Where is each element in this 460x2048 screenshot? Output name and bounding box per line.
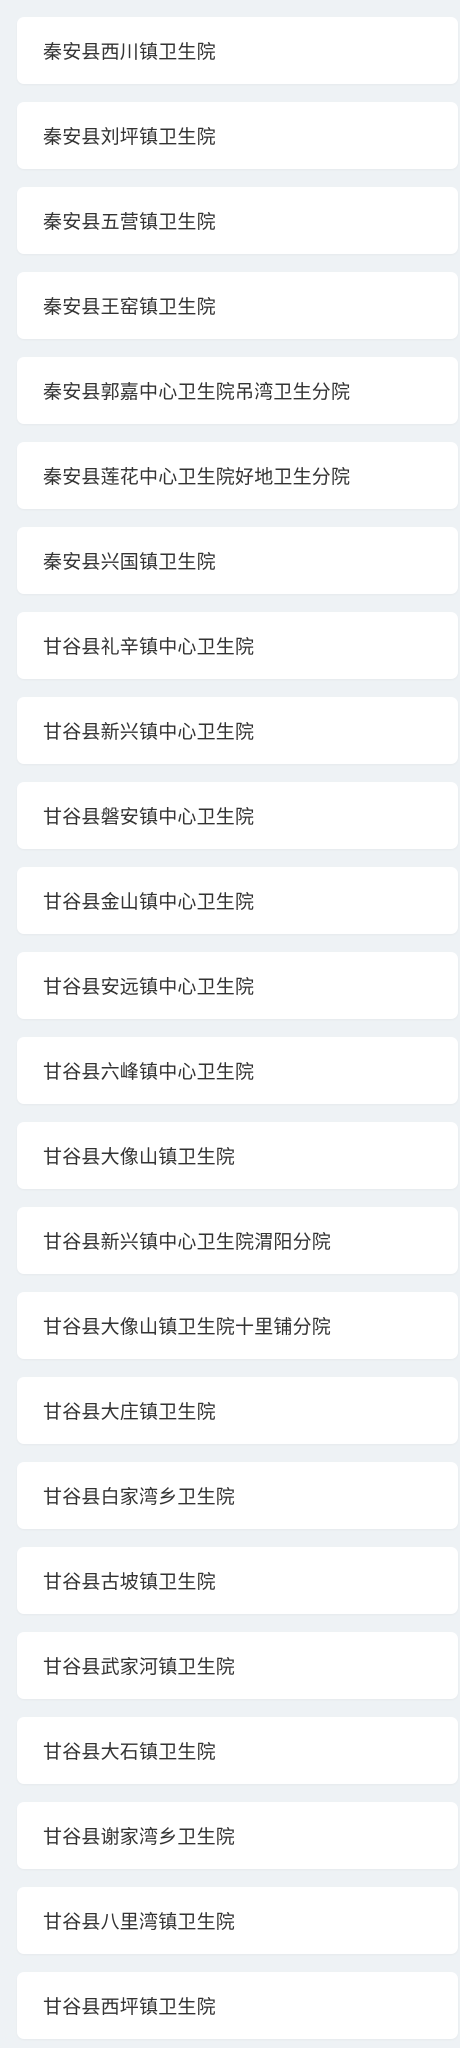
list-item-label: 甘谷县金山镇中心卫生院 [43,891,255,913]
list-item[interactable]: 秦安县兴国镇卫生院 [17,527,458,594]
list-item[interactable]: 秦安县刘坪镇卫生院 [17,102,458,169]
list-item[interactable]: 甘谷县八里湾镇卫生院 [17,1887,458,1954]
list-item[interactable]: 甘谷县礼辛镇中心卫生院 [17,612,458,679]
list-item-label: 甘谷县武家河镇卫生院 [43,1656,236,1678]
list-item-label: 甘谷县新兴镇中心卫生院渭阳分院 [43,1231,332,1253]
list-item-label: 甘谷县大石镇卫生院 [43,1741,216,1763]
list-item-label: 甘谷县磐安镇中心卫生院 [43,806,255,828]
list-item[interactable]: 甘谷县武家河镇卫生院 [17,1632,458,1699]
list-item-label: 秦安县兴国镇卫生院 [43,551,216,573]
list-item[interactable]: 秦安县王窑镇卫生院 [17,272,458,339]
list-item-label: 甘谷县大像山镇卫生院十里铺分院 [43,1316,332,1338]
list-item[interactable]: 甘谷县大石镇卫生院 [17,1717,458,1784]
list-item-label: 甘谷县礼辛镇中心卫生院 [43,636,255,658]
list-item-label: 秦安县西川镇卫生院 [43,41,216,63]
list-item-label: 甘谷县大庄镇卫生院 [43,1401,216,1423]
list-item-label: 甘谷县新兴镇中心卫生院 [43,721,255,743]
list-item-label: 甘谷县西坪镇卫生院 [43,1996,216,2018]
list-item-label: 甘谷县大像山镇卫生院 [43,1146,236,1168]
list-item[interactable]: 甘谷县大像山镇卫生院十里铺分院 [17,1292,458,1359]
list-item-label: 甘谷县谢家湾乡卫生院 [43,1826,236,1848]
list-item[interactable]: 秦安县郭嘉中心卫生院吊湾卫生分院 [17,357,458,424]
list-item[interactable]: 秦安县西川镇卫生院 [17,17,458,84]
list-item[interactable]: 甘谷县大像山镇卫生院 [17,1122,458,1189]
list-item[interactable]: 甘谷县新兴镇中心卫生院 [17,697,458,764]
list-item[interactable]: 甘谷县新兴镇中心卫生院渭阳分院 [17,1207,458,1274]
list-item[interactable]: 甘谷县古坡镇卫生院 [17,1547,458,1614]
list-item-label: 甘谷县八里湾镇卫生院 [43,1911,236,1933]
list-item-label: 甘谷县六峰镇中心卫生院 [43,1061,255,1083]
list-item[interactable]: 甘谷县白家湾乡卫生院 [17,1462,458,1529]
list-item-label: 秦安县王窑镇卫生院 [43,296,216,318]
list-item[interactable]: 甘谷县谢家湾乡卫生院 [17,1802,458,1869]
list-item-label: 甘谷县古坡镇卫生院 [43,1571,216,1593]
facility-list: 秦安县西川镇卫生院 秦安县刘坪镇卫生院 秦安县五营镇卫生院 秦安县王窑镇卫生院 … [0,0,460,2048]
list-item-label: 甘谷县白家湾乡卫生院 [43,1486,236,1508]
list-item[interactable]: 甘谷县大庄镇卫生院 [17,1377,458,1444]
list-item-label: 秦安县五营镇卫生院 [43,211,216,233]
list-item[interactable]: 甘谷县西坪镇卫生院 [17,1972,458,2039]
list-item[interactable]: 甘谷县六峰镇中心卫生院 [17,1037,458,1104]
list-item-label: 甘谷县安远镇中心卫生院 [43,976,255,998]
list-item[interactable]: 秦安县五营镇卫生院 [17,187,458,254]
list-item[interactable]: 秦安县莲花中心卫生院好地卫生分院 [17,442,458,509]
list-item[interactable]: 甘谷县磐安镇中心卫生院 [17,782,458,849]
list-item[interactable]: 甘谷县金山镇中心卫生院 [17,867,458,934]
list-item[interactable]: 甘谷县安远镇中心卫生院 [17,952,458,1019]
list-item-label: 秦安县刘坪镇卫生院 [43,126,216,148]
list-item-label: 秦安县莲花中心卫生院好地卫生分院 [43,466,351,488]
list-item-label: 秦安县郭嘉中心卫生院吊湾卫生分院 [43,381,351,403]
